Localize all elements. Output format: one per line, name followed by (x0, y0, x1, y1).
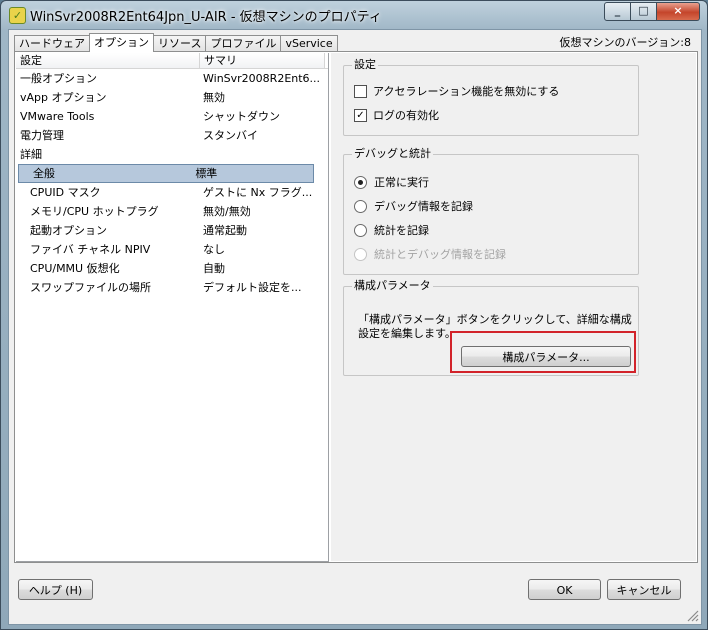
list-item[interactable]: 電力管理 スタンバイ (16, 126, 328, 145)
list-item-setting: CPUID マスク (30, 186, 101, 199)
list-item-setting: メモリ/CPU ホットプラグ (30, 205, 159, 218)
radio-selected-dot (358, 179, 363, 185)
list-item-summary: シャットダウン (203, 110, 280, 123)
list-item-setting: VMware Tools (20, 110, 95, 123)
maximize-button[interactable]: □ (631, 2, 657, 21)
list-item[interactable]: CPU/MMU 仮想化 自動 (16, 259, 328, 278)
tab-strip: ハードウェア オプション リソース プロファイル vService (14, 33, 338, 52)
list-item[interactable]: 一般オプション WinSvr2008R2Ent6... (16, 69, 328, 88)
list-item[interactable]: 起動オプション 通常起動 (16, 221, 328, 240)
record-debug-option[interactable]: デバッグ情報を記録 (354, 198, 473, 214)
vm-icon: ✓ (9, 7, 26, 24)
list-item-summary (203, 145, 327, 164)
settings-group-label: 設定 (352, 58, 378, 71)
title-bar[interactable]: ✓ WinSvr2008R2Ent64Jpn_U-AIR - 仮想マシンのプロパ… (1, 1, 707, 29)
record-stats-radio[interactable] (354, 223, 367, 237)
list-item-summary: WinSvr2008R2Ent6... (203, 72, 321, 85)
debug-stats-group-label: デバッグと統計 (352, 147, 433, 160)
settings-list: 設定 サマリ 一般オプション WinSvr2008R2Ent6... vApp オ… (16, 53, 329, 562)
list-item[interactable]: ファイバ チャネル NPIV なし (16, 240, 328, 259)
cancel-button[interactable]: キャンセル (607, 579, 681, 600)
enable-logging-checkbox[interactable]: ✓ (354, 108, 367, 122)
record-stats-debug-option: 統計とデバッグ情報を記録 (354, 246, 506, 262)
record-stats-option[interactable]: 統計を記録 (354, 222, 429, 238)
tab-hardware[interactable]: ハードウェア (14, 35, 90, 52)
list-item-setting: CPU/MMU 仮想化 (30, 262, 120, 275)
disable-acceleration-checkbox[interactable] (354, 84, 367, 98)
list-item-summary: デフォルト設定を... (203, 281, 302, 294)
run-normally-label: 正常に実行 (374, 176, 429, 189)
annotation-highlight (450, 331, 636, 373)
list-item[interactable]: 詳細 (16, 145, 328, 164)
list-item[interactable]: VMware Tools シャットダウン (16, 107, 328, 126)
disable-acceleration-option[interactable]: アクセラレーション機能を無効にする (354, 83, 559, 99)
list-item-setting: 電力管理 (20, 129, 64, 142)
list-item-summary: ゲストに Nx フラグ... (203, 186, 313, 199)
list-item-setting: ファイバ チャネル NPIV (30, 243, 151, 256)
caption-buttons: _ □ × (604, 2, 700, 21)
list-item-summary: 自動 (203, 262, 225, 275)
minimize-button[interactable]: _ (604, 2, 631, 21)
settings-group: 設定 アクセラレーション機能を無効にする ✓ ログの有効化 (343, 59, 639, 136)
record-debug-radio[interactable] (354, 199, 367, 213)
enable-logging-option[interactable]: ✓ ログの有効化 (354, 107, 439, 123)
list-item-setting: vApp オプション (20, 91, 107, 104)
close-button[interactable]: × (657, 2, 700, 21)
list-item-summary: スタンバイ (203, 129, 258, 142)
tab-resources[interactable]: リソース (153, 35, 207, 52)
record-stats-debug-radio (354, 247, 367, 261)
list-item-setting: 一般オプション (20, 72, 97, 85)
list-item-summary: なし (203, 243, 225, 256)
details-pane: 設定 アクセラレーション機能を無効にする ✓ ログの有効化 デバッグと統計 正常… (331, 53, 696, 561)
list-item-setting: スワップファイルの場所 (30, 281, 151, 294)
resize-grip-icon[interactable] (687, 610, 699, 622)
list-item-summary: 無効 (203, 91, 225, 104)
list-item-summary: 標準 (195, 167, 218, 180)
record-stats-label: 統計を記録 (374, 224, 429, 237)
tab-profiles[interactable]: プロファイル (205, 35, 282, 52)
disable-acceleration-label: アクセラレーション機能を無効にする (373, 85, 560, 98)
list-item-summary: 無効/無効 (203, 205, 251, 218)
dialog-window: ✓ WinSvr2008R2Ent64Jpn_U-AIR - 仮想マシンのプロパ… (0, 0, 708, 630)
tab-panel: 設定 サマリ 一般オプション WinSvr2008R2Ent6... vApp オ… (14, 51, 698, 563)
debug-stats-group: デバッグと統計 正常に実行 デバッグ情報を記録 統計を記録 統計とデバッグ情報を… (343, 148, 639, 275)
record-debug-label: デバッグ情報を記録 (374, 200, 473, 213)
record-stats-debug-label: 統計とデバッグ情報を記録 (374, 248, 506, 261)
list-item-setting: 詳細 (20, 148, 42, 161)
list-item[interactable]: メモリ/CPU ホットプラグ 無効/無効 (16, 202, 328, 221)
list-item-setting: 全般 (33, 167, 55, 180)
run-normally-option[interactable]: 正常に実行 (354, 174, 429, 190)
enable-logging-label: ログの有効化 (373, 109, 439, 122)
tab-options[interactable]: オプション (89, 33, 154, 52)
dialog-client: ハードウェア オプション リソース プロファイル vService 仮想マシンの… (8, 29, 702, 625)
vm-version-label: 仮想マシンのバージョン:8 (559, 36, 691, 49)
list-header: 設定 サマリ (16, 53, 328, 69)
column-header-summary[interactable]: サマリ (200, 53, 325, 68)
list-item-selected[interactable]: 全般 標準 (18, 164, 314, 183)
ok-button[interactable]: OK (528, 579, 601, 600)
list-item[interactable]: スワップファイルの場所 デフォルト設定を... (16, 278, 328, 297)
run-normally-radio[interactable] (354, 175, 367, 189)
list-item-setting: 起動オプション (30, 224, 107, 237)
list-item[interactable]: vApp オプション 無効 (16, 88, 328, 107)
tab-vservice[interactable]: vService (280, 35, 338, 52)
help-button[interactable]: ヘルプ (H) (18, 579, 93, 600)
list-item-summary: 通常起動 (203, 224, 247, 237)
config-params-group-label: 構成パラメータ (352, 279, 433, 292)
window-title: WinSvr2008R2Ent64Jpn_U-AIR - 仮想マシンのプロパティ (30, 10, 382, 25)
column-header-setting[interactable]: 設定 (16, 53, 200, 68)
list-item[interactable]: CPUID マスク ゲストに Nx フラグ... (16, 183, 328, 202)
